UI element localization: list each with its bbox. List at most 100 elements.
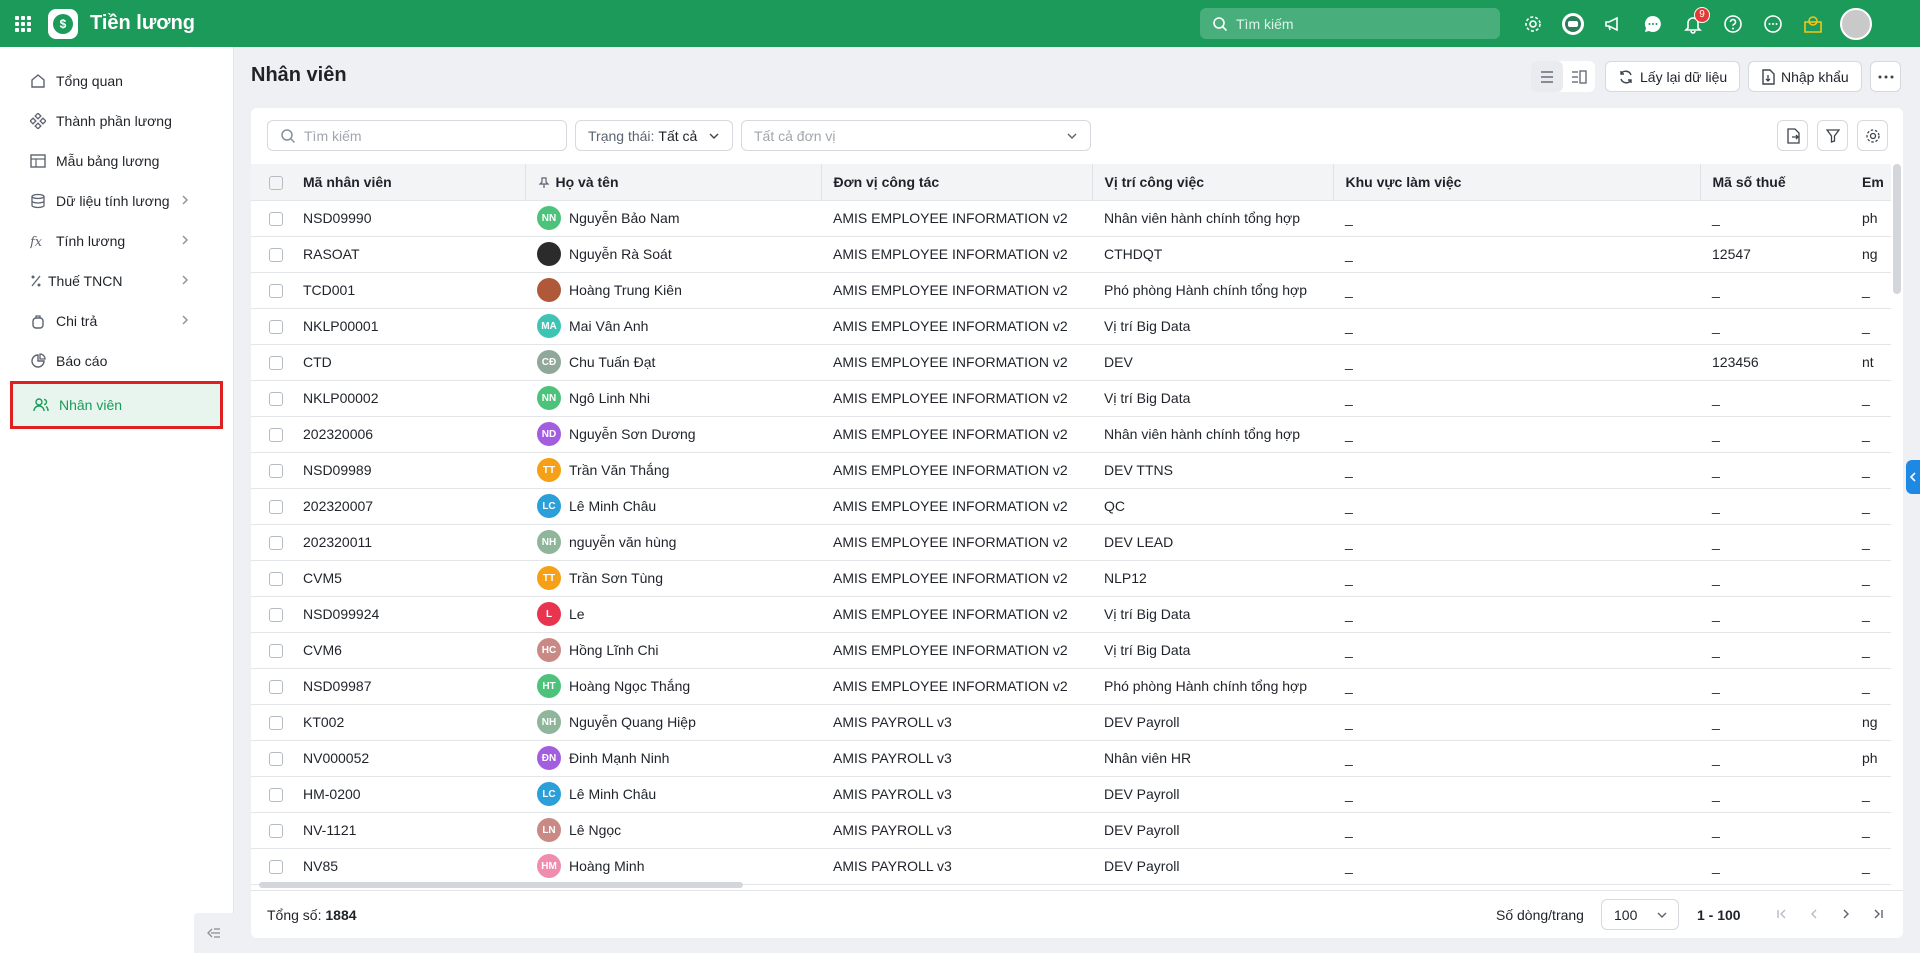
row-checkbox[interactable] bbox=[269, 644, 283, 659]
employee-name: Trần Văn Thắng bbox=[569, 462, 670, 478]
column-header-unit[interactable]: Đơn vị công tác bbox=[820, 164, 1092, 201]
sidebar-item-salary-components[interactable]: Thành phần lương bbox=[0, 101, 233, 141]
employee-name: Nguyễn Sơn Dương bbox=[569, 426, 696, 442]
employee-search-input[interactable] bbox=[304, 127, 554, 144]
sidebar-item-personal-income-tax[interactable]: Thuế TNCN bbox=[0, 261, 233, 301]
employee-search[interactable] bbox=[267, 120, 567, 151]
row-checkbox[interactable] bbox=[269, 752, 283, 767]
table-row[interactable]: CTD CĐ Chu Tuấn Đạt AMIS EMPLOYEE INFORMATI… bbox=[251, 344, 1891, 381]
unit-filter-select[interactable]: Tất cả đơn vị bbox=[741, 120, 1091, 151]
filter-icon[interactable] bbox=[1817, 120, 1848, 151]
export-icon[interactable] bbox=[1777, 120, 1808, 151]
location-icon[interactable] bbox=[1800, 11, 1826, 37]
row-checkbox[interactable] bbox=[269, 536, 283, 551]
sidebar-item-overview[interactable]: Tổng quan bbox=[0, 61, 233, 101]
table-row[interactable]: NSD09990 NN Nguyễn Bảo Nam AMIS EMPLOYEE IN… bbox=[251, 200, 1891, 237]
employee-name: Đinh Mạnh Ninh bbox=[569, 750, 670, 766]
column-header-position[interactable]: Vị trí công việc bbox=[1091, 164, 1333, 201]
row-checkbox[interactable] bbox=[269, 608, 283, 623]
row-checkbox[interactable] bbox=[269, 464, 283, 479]
robot-icon[interactable] bbox=[1560, 11, 1586, 37]
row-checkbox[interactable] bbox=[269, 392, 283, 407]
sidebar-item-payment[interactable]: Chi trả bbox=[0, 301, 233, 341]
row-checkbox[interactable] bbox=[269, 248, 283, 263]
table-row[interactable]: 202320006 ND Nguyễn Sơn Dương AMIS EMPLOYEE… bbox=[251, 416, 1891, 453]
row-checkbox[interactable] bbox=[269, 320, 283, 335]
table-row[interactable]: NV000052 ĐN Đinh Mạnh Ninh AMIS PAYROLL v3 N… bbox=[251, 740, 1891, 777]
chevron-right-icon bbox=[182, 235, 188, 245]
table-row[interactable]: 202320007 LC Lê Minh Châu AMIS EMPLOYEE INF… bbox=[251, 488, 1891, 525]
app-grid-icon[interactable] bbox=[0, 0, 46, 47]
table-row[interactable]: KT002 NH Nguyễn Quang Hiệp AMIS PAYROLL v3 D… bbox=[251, 704, 1891, 741]
status-filter-select[interactable]: Trạng thái: Tất cả bbox=[575, 120, 733, 151]
avatar: CĐ bbox=[537, 350, 561, 374]
import-button[interactable]: Nhập khẩu bbox=[1748, 61, 1862, 92]
column-header-name[interactable]: Họ và tên bbox=[524, 164, 821, 201]
top-search[interactable] bbox=[1200, 8, 1500, 39]
table-row[interactable]: RASOAT Nguyễn Rà Soát AMIS EMPLOYEE INFORM… bbox=[251, 236, 1891, 273]
select-all-checkbox[interactable] bbox=[269, 175, 283, 190]
table-row[interactable]: TCD001 Hoàng Trung Kiên AMIS EMPLOYEE INFO… bbox=[251, 272, 1891, 309]
rows-per-page-label: Số dòng/trang bbox=[1496, 907, 1584, 923]
column-header-tax-code[interactable]: Mã số thuế bbox=[1699, 164, 1850, 201]
row-checkbox[interactable] bbox=[269, 428, 283, 443]
rows-per-page-select[interactable]: 100 bbox=[1601, 899, 1679, 930]
row-checkbox[interactable] bbox=[269, 212, 283, 227]
employee-email: _ bbox=[1850, 524, 1891, 561]
row-checkbox[interactable] bbox=[269, 824, 283, 839]
sidebar-item-employees[interactable]: Nhân viên bbox=[10, 381, 223, 429]
employee-unit: AMIS EMPLOYEE INFORMATION v2 bbox=[821, 632, 1092, 669]
help-icon[interactable] bbox=[1720, 11, 1746, 37]
sidebar-item-payroll-template[interactable]: Mẫu bảng lương bbox=[0, 141, 233, 181]
horizontal-scrollbar[interactable] bbox=[259, 882, 743, 888]
last-page-icon[interactable] bbox=[1867, 903, 1889, 925]
row-checkbox[interactable] bbox=[269, 500, 283, 515]
table-row[interactable]: NV-1121 LN Lê Ngọc AMIS PAYROLL v3 DEV Payro… bbox=[251, 812, 1891, 849]
row-checkbox[interactable] bbox=[269, 860, 283, 875]
collapse-sidebar-icon[interactable] bbox=[194, 913, 234, 953]
table-row[interactable]: CVM5 TT Trần Sơn Tùng AMIS EMPLOYEE INFORMA… bbox=[251, 560, 1891, 597]
table-row[interactable]: NKLP00002 NN Ngô Linh Nhi AMIS EMPLOYEE INF… bbox=[251, 380, 1891, 417]
employee-name: Ngô Linh Nhi bbox=[569, 390, 650, 406]
row-checkbox[interactable] bbox=[269, 356, 283, 371]
sidebar-item-payroll-data[interactable]: Dữ liệu tính lương bbox=[0, 181, 233, 221]
employee-email: ng bbox=[1850, 704, 1891, 741]
bell-icon[interactable]: 9 bbox=[1680, 6, 1710, 37]
sidebar-item-report[interactable]: Báo cáo bbox=[0, 341, 233, 381]
table-row[interactable]: NSD09987 HT Hoàng Ngọc Thắng AMIS EMPLOYEE … bbox=[251, 668, 1891, 705]
sidebar-item-calculate-salary[interactable]: fx Tính lương bbox=[0, 221, 233, 261]
vertical-scrollbar[interactable] bbox=[1893, 164, 1901, 294]
table-settings-icon[interactable] bbox=[1857, 120, 1888, 151]
settings-icon[interactable] bbox=[1520, 11, 1546, 37]
column-header-email[interactable]: Em bbox=[1850, 164, 1891, 201]
more-circle-icon[interactable] bbox=[1760, 11, 1786, 37]
prev-page-icon[interactable] bbox=[1803, 903, 1825, 925]
top-search-input[interactable] bbox=[1236, 15, 1476, 32]
row-checkbox[interactable] bbox=[269, 680, 283, 695]
first-page-icon[interactable] bbox=[1771, 903, 1793, 925]
row-checkbox[interactable] bbox=[269, 572, 283, 587]
list-view-icon[interactable] bbox=[1531, 61, 1563, 92]
employee-code: HM-0200 bbox=[291, 776, 525, 813]
side-panel-toggle[interactable] bbox=[1906, 460, 1920, 494]
reload-data-button[interactable]: Lấy lại dữ liệu bbox=[1605, 61, 1741, 92]
table-row[interactable]: NSD099924 L Le AMIS EMPLOYEE INFORMATION v2… bbox=[251, 596, 1891, 633]
megaphone-icon[interactable] bbox=[1600, 11, 1626, 37]
more-options-icon[interactable] bbox=[1870, 61, 1901, 92]
avatar[interactable] bbox=[1840, 7, 1872, 40]
column-header-code[interactable]: Mã nhân viên bbox=[291, 164, 525, 201]
row-checkbox[interactable] bbox=[269, 716, 283, 731]
column-header-area[interactable]: Khu vực làm việc bbox=[1332, 164, 1700, 201]
row-checkbox[interactable] bbox=[269, 788, 283, 803]
next-page-icon[interactable] bbox=[1835, 903, 1857, 925]
row-checkbox[interactable] bbox=[269, 284, 283, 299]
table-row[interactable]: NKLP00001 MA Mai Vân Anh AMIS EMPLOYEE INFO… bbox=[251, 308, 1891, 345]
employee-name: nguyễn văn hùng bbox=[569, 534, 677, 550]
table-row[interactable]: 202320011 NH nguyễn văn hùng AMIS EMPLOYEE … bbox=[251, 524, 1891, 561]
table-row[interactable]: CVM6 HC Hồng Lĩnh Chi AMIS EMPLOYEE INFORMA… bbox=[251, 632, 1891, 669]
table-row[interactable]: HM-0200 LC Lê Minh Châu AMIS PAYROLL v3 DEV … bbox=[251, 776, 1891, 813]
chat-icon[interactable] bbox=[1640, 11, 1666, 37]
split-view-icon[interactable] bbox=[1563, 61, 1595, 92]
table-row[interactable]: NSD09989 TT Trần Văn Thắng AMIS EMPLOYEE IN… bbox=[251, 452, 1891, 489]
table-row[interactable]: NV85 HM Hoàng Minh AMIS PAYROLL v3 DEV Payro… bbox=[251, 848, 1891, 885]
